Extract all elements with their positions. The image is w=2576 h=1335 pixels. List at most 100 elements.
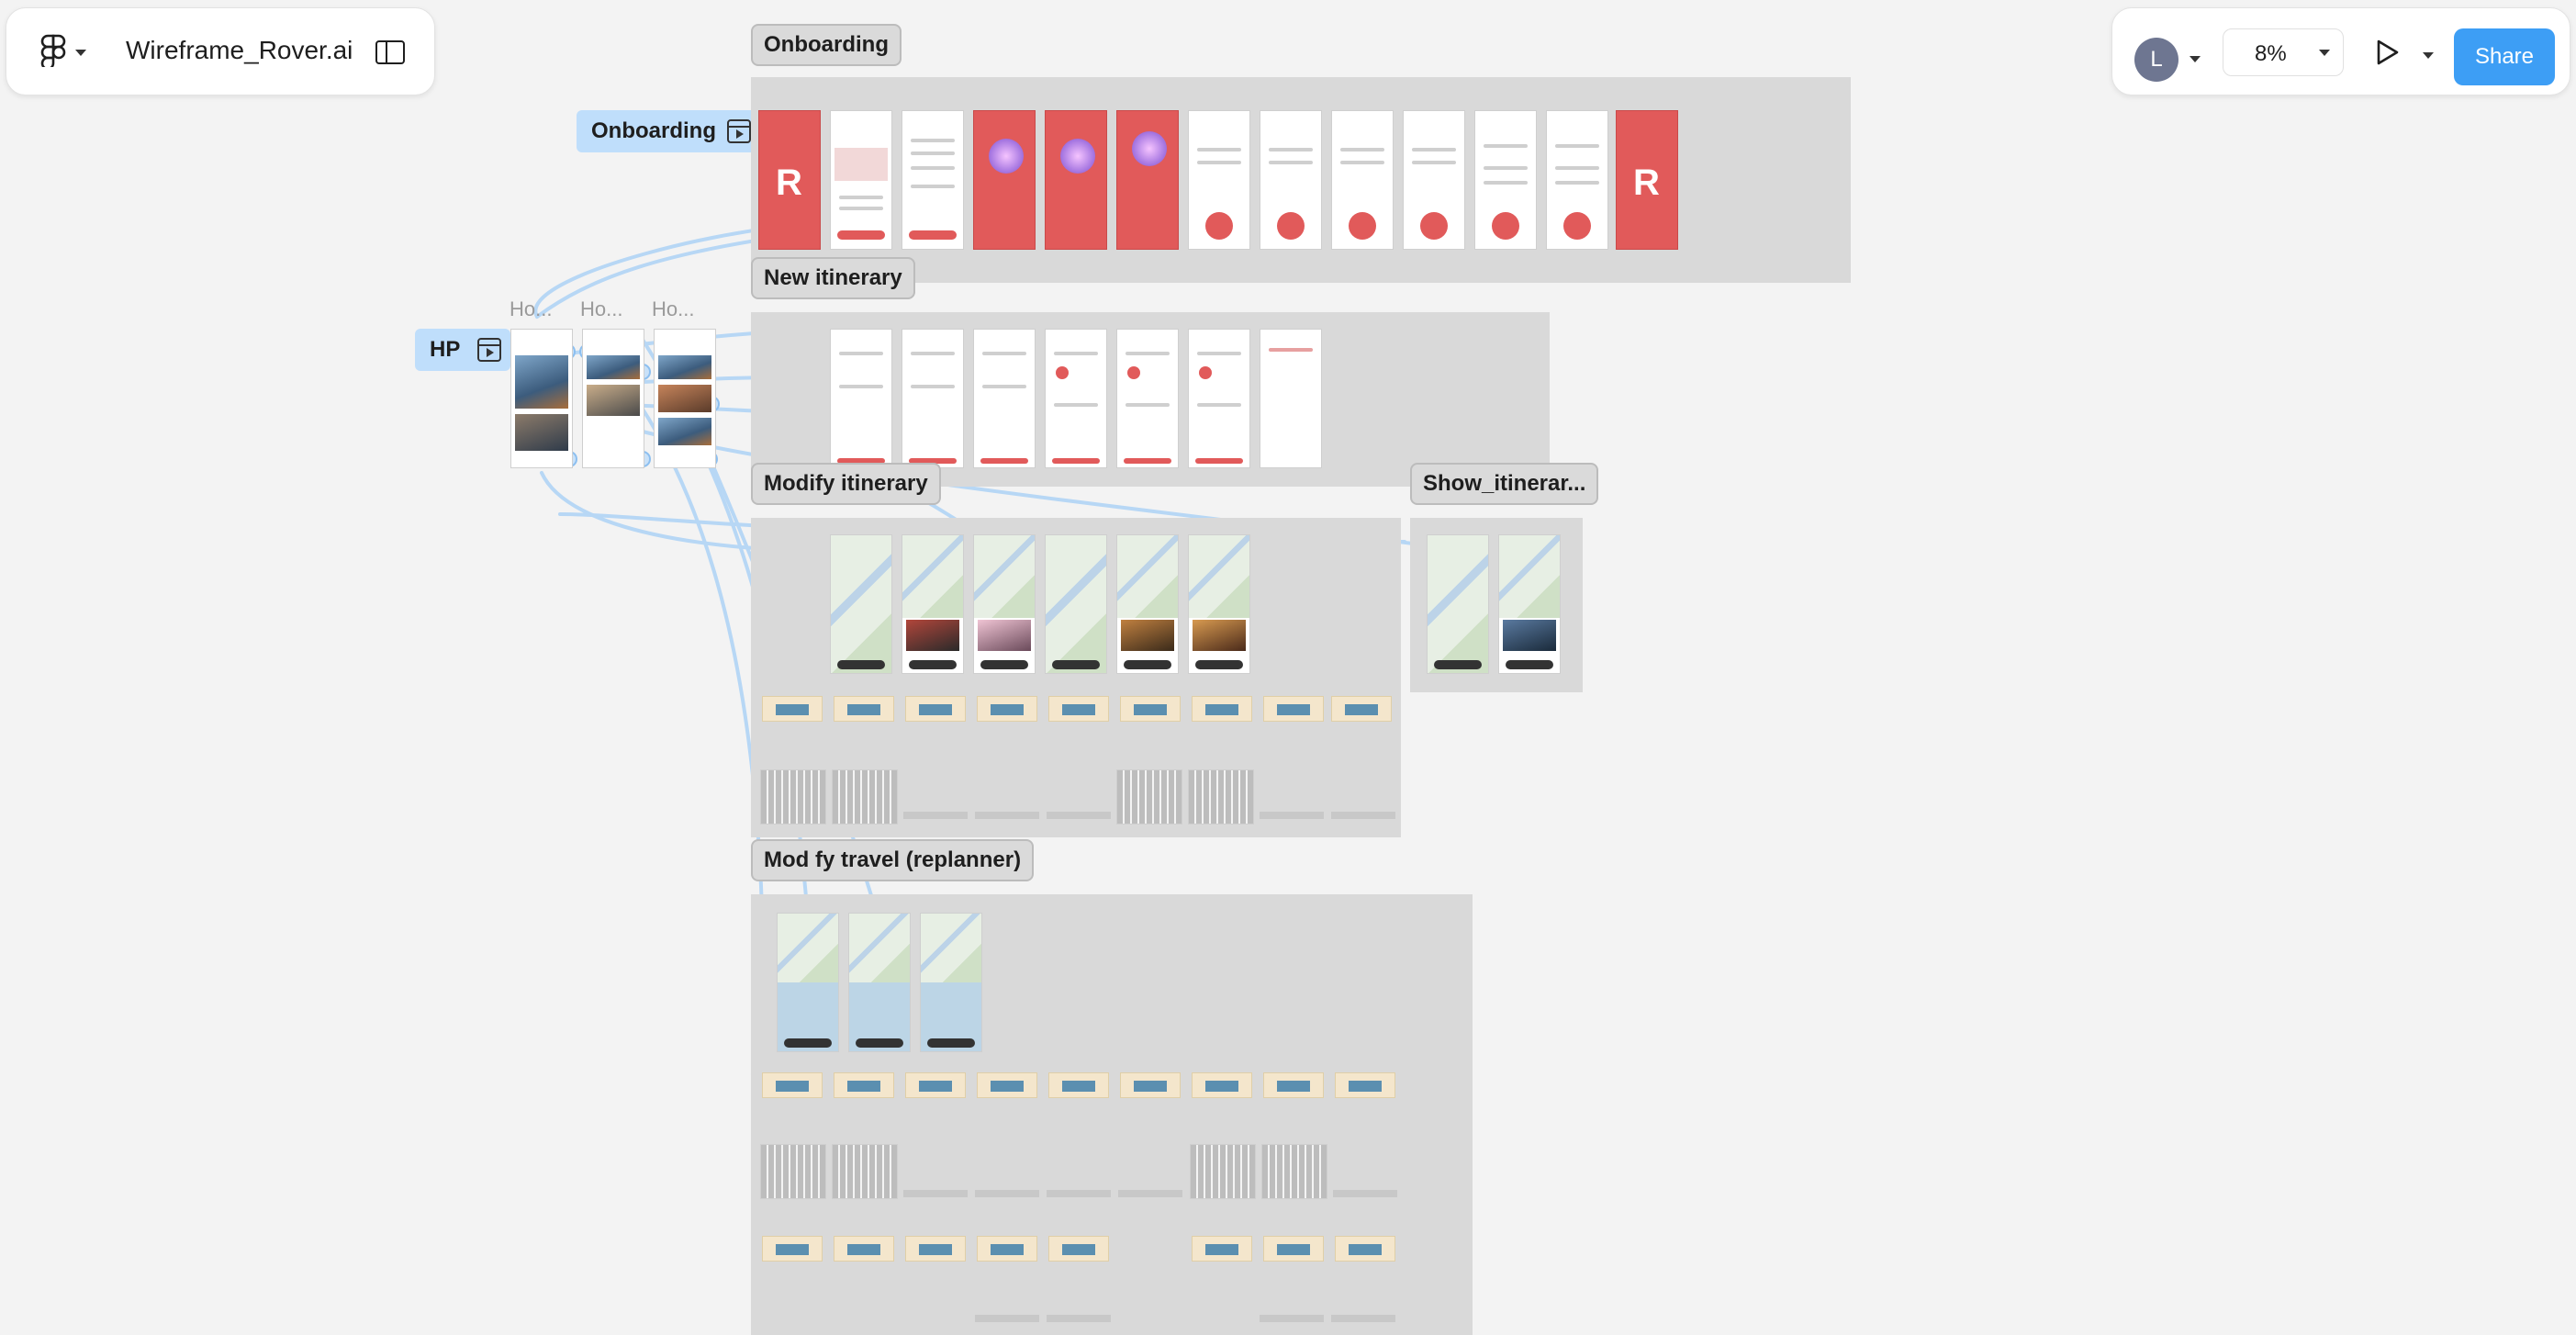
component-card[interactable] — [834, 1072, 894, 1098]
component-card[interactable] — [905, 1236, 966, 1262]
replanner-frame[interactable] — [848, 913, 911, 1052]
component-card[interactable] — [1192, 1072, 1252, 1098]
component-card[interactable] — [1335, 1236, 1395, 1262]
map-frame[interactable] — [1498, 534, 1561, 674]
input-bar[interactable] — [903, 812, 968, 819]
hp-frame[interactable] — [582, 329, 644, 468]
flow-chip-onboarding[interactable]: Onboarding — [577, 110, 760, 152]
component-card[interactable] — [905, 1072, 966, 1098]
component-card[interactable] — [1048, 1236, 1109, 1262]
input-bar[interactable] — [975, 1315, 1039, 1322]
input-bar[interactable] — [975, 812, 1039, 819]
keyboard-component[interactable] — [1188, 769, 1254, 825]
input-bar[interactable] — [1260, 1315, 1324, 1322]
onboarding-frame[interactable]: R — [758, 110, 821, 250]
component-card[interactable] — [1192, 696, 1252, 722]
keyboard-component[interactable] — [832, 1144, 898, 1199]
onboarding-frame[interactable] — [1331, 110, 1394, 250]
input-bar[interactable] — [1331, 1315, 1395, 1322]
present-button[interactable] — [2369, 36, 2406, 73]
itinerary-frame[interactable] — [902, 329, 964, 468]
section-label-new-itinerary[interactable]: New itinerary — [751, 257, 915, 299]
keyboard-component[interactable] — [832, 769, 898, 825]
keyboard-component[interactable] — [1261, 1144, 1327, 1199]
component-card[interactable] — [977, 1072, 1037, 1098]
map-frame[interactable] — [1116, 534, 1179, 674]
map-frame[interactable] — [1427, 534, 1489, 674]
replanner-frame[interactable] — [777, 913, 839, 1052]
component-card[interactable] — [762, 1236, 823, 1262]
keyboard-component[interactable] — [1190, 1144, 1256, 1199]
component-card[interactable] — [1120, 1072, 1181, 1098]
hp-frame[interactable] — [654, 329, 716, 468]
component-card[interactable] — [834, 1236, 894, 1262]
component-card[interactable] — [1048, 1072, 1109, 1098]
itinerary-frame[interactable] — [1116, 329, 1179, 468]
flow-chip-hp[interactable]: HP — [415, 329, 510, 371]
component-card[interactable] — [834, 696, 894, 722]
component-card[interactable] — [977, 696, 1037, 722]
onboarding-frame[interactable] — [1045, 110, 1107, 250]
zoom-dropdown[interactable]: 8% — [2223, 28, 2344, 76]
map-frame[interactable] — [1045, 534, 1107, 674]
onboarding-frame[interactable] — [1260, 110, 1322, 250]
map-frame[interactable] — [1188, 534, 1250, 674]
input-bar[interactable] — [1047, 812, 1111, 819]
keyboard-component[interactable] — [760, 1144, 826, 1199]
chevron-down-icon[interactable] — [2423, 52, 2434, 59]
map-frame[interactable] — [830, 534, 892, 674]
onboarding-frame[interactable] — [830, 110, 892, 250]
section-label-onboarding[interactable]: Onboarding — [751, 24, 902, 66]
component-card[interactable] — [1120, 696, 1181, 722]
sidebar-toggle-button[interactable] — [374, 38, 407, 67]
avatar-initial: L — [2150, 47, 2163, 72]
figma-logo-icon — [40, 34, 66, 72]
keyboard-component[interactable] — [760, 769, 826, 825]
itinerary-frame[interactable] — [1260, 329, 1322, 468]
component-card[interactable] — [905, 696, 966, 722]
map-frame[interactable] — [902, 534, 964, 674]
onboarding-frame[interactable]: R — [1616, 110, 1678, 250]
component-card[interactable] — [977, 1236, 1037, 1262]
input-bar[interactable] — [1118, 1190, 1182, 1197]
input-bar[interactable] — [1333, 1190, 1397, 1197]
onboarding-frame[interactable] — [1403, 110, 1465, 250]
component-card[interactable] — [762, 696, 823, 722]
itinerary-frame[interactable] — [1045, 329, 1107, 468]
component-card[interactable] — [1192, 1236, 1252, 1262]
map-frame[interactable] — [973, 534, 1036, 674]
keyboard-component[interactable] — [1116, 769, 1182, 825]
onboarding-frame[interactable] — [1188, 110, 1250, 250]
input-bar[interactable] — [1260, 812, 1324, 819]
itinerary-frame[interactable] — [973, 329, 1036, 468]
section-label-show-itinerary[interactable]: Show_itinerar... — [1410, 463, 1599, 505]
input-bar[interactable] — [975, 1190, 1039, 1197]
main-menu-button[interactable] — [34, 34, 93, 71]
component-card[interactable] — [1335, 1072, 1395, 1098]
share-button[interactable]: Share — [2454, 28, 2555, 85]
itinerary-frame[interactable] — [1188, 329, 1250, 468]
onboarding-frame[interactable] — [1116, 110, 1179, 250]
hp-frame[interactable] — [510, 329, 573, 468]
component-card[interactable] — [1263, 1072, 1324, 1098]
input-bar[interactable] — [1047, 1315, 1111, 1322]
avatar[interactable]: L — [2134, 38, 2178, 82]
chevron-down-icon[interactable] — [2190, 56, 2201, 62]
section-label-modify-itinerary[interactable]: Modify itinerary — [751, 463, 941, 505]
section-label-modify-travel[interactable]: Mod fy travel (replanner) — [751, 839, 1035, 881]
replanner-frame[interactable] — [920, 913, 982, 1052]
onboarding-frame[interactable] — [1546, 110, 1608, 250]
onboarding-frame[interactable] — [902, 110, 964, 250]
onboarding-frame[interactable] — [1474, 110, 1537, 250]
input-bar[interactable] — [1047, 1190, 1111, 1197]
onboarding-frame[interactable] — [973, 110, 1036, 250]
file-name[interactable]: Wireframe_Rover.ai — [126, 36, 353, 65]
input-bar[interactable] — [1331, 812, 1395, 819]
component-card[interactable] — [1331, 696, 1392, 722]
component-card[interactable] — [762, 1072, 823, 1098]
input-bar[interactable] — [903, 1190, 968, 1197]
component-card[interactable] — [1263, 1236, 1324, 1262]
itinerary-frame[interactable] — [830, 329, 892, 468]
component-card[interactable] — [1048, 696, 1109, 722]
component-card[interactable] — [1263, 696, 1324, 722]
